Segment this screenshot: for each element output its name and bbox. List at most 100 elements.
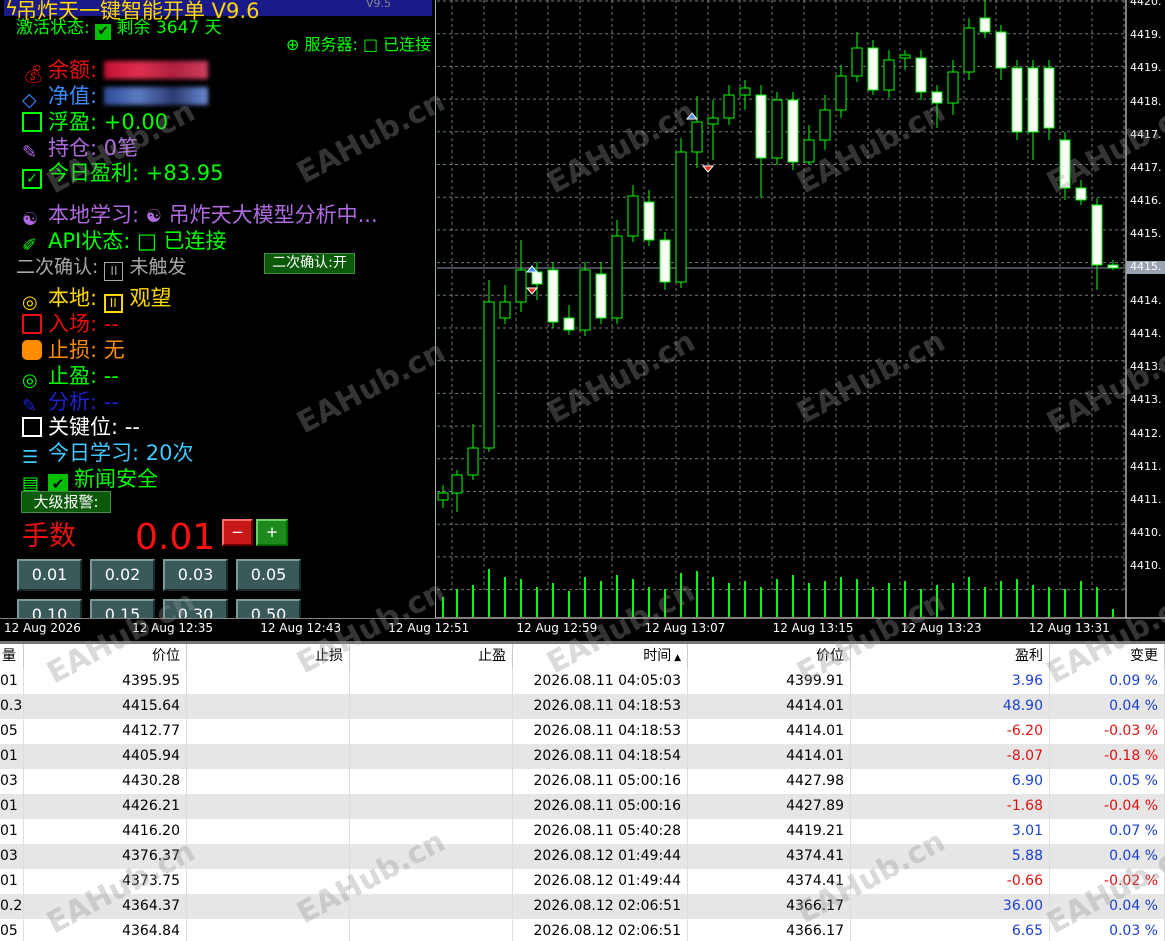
- table-cell: [187, 669, 350, 694]
- second-confirm-toggle-button[interactable]: 二次确认:开: [264, 253, 355, 274]
- candle-body: [867, 47, 879, 91]
- table-row[interactable]: 01 4395.95 2026.08.11 04:05:03 4399.91 3.96 0…: [0, 669, 1165, 694]
- lot-preset-button[interactable]: 0.50: [236, 599, 301, 618]
- bar-chart-icon: [22, 112, 42, 132]
- table-cell: 0.05 %: [1050, 769, 1165, 794]
- price-tick-label: 4414.: [1130, 293, 1162, 307]
- table-row[interactable]: 03 4430.28 2026.08.11 05:00:16 4427.98 6.90 0…: [0, 769, 1165, 794]
- candle-body: [1107, 264, 1119, 269]
- pause-icon: II: [103, 294, 123, 313]
- column-header[interactable]: 止盈: [350, 644, 513, 672]
- candle-body: [947, 71, 959, 104]
- candle-body: [771, 99, 783, 159]
- time-tick-label: 12 Aug 13:15: [772, 621, 854, 635]
- candle-body: [659, 239, 671, 283]
- column-header[interactable]: 变更: [1050, 644, 1165, 672]
- table-row[interactable]: 0.3 4415.64 2026.08.11 04:18:53 4414.01 48.9…: [0, 694, 1165, 719]
- lot-preset-button[interactable]: 0.03: [163, 559, 228, 591]
- server-status: ⊕ 服务器: □ 已连接: [286, 35, 432, 54]
- table-cell: [350, 669, 513, 694]
- table-row[interactable]: 01 4426.21 2026.08.11 05:00:16 4427.89 -1.68…: [0, 794, 1165, 819]
- checkbox-checked-icon: ✔: [95, 24, 112, 40]
- table-cell: [350, 819, 513, 844]
- candle-body: [643, 201, 655, 241]
- second-confirm-row: 二次确认: II 未触发: [16, 255, 187, 281]
- pin-icon: ✎: [22, 142, 38, 163]
- lots-decrease-button[interactable]: −: [222, 519, 253, 546]
- table-cell: 0.04 %: [1050, 894, 1165, 919]
- table-cell: 01: [0, 669, 24, 694]
- table-cell: 2026.08.11 04:18:53: [513, 719, 688, 744]
- entry-row: 入场: --: [22, 312, 119, 336]
- lot-preset-button[interactable]: 0.10: [17, 599, 82, 618]
- table-cell: 4426.21: [24, 794, 187, 819]
- local-learning-value: 吊炸天大模型分析中...: [168, 203, 378, 227]
- activation-status: 激活状态: ✔ 剩余 3647 天: [16, 16, 222, 40]
- column-header[interactable]: 止损: [187, 644, 350, 672]
- candle-body: [915, 57, 927, 93]
- time-tick-label: 12 Aug 12:51: [388, 621, 470, 635]
- table-cell: 4414.01: [688, 719, 851, 744]
- column-header[interactable]: 价位: [688, 644, 851, 672]
- table-cell: -0.18 %: [1050, 744, 1165, 769]
- version-tag: V9.5: [366, 0, 392, 10]
- time-tick-label: 12 Aug 12:59: [516, 621, 598, 635]
- time-tick-label: 12 Aug 13:23: [900, 621, 982, 635]
- table-row[interactable]: 01 4405.94 2026.08.11 04:18:54 4414.01 -8.07…: [0, 744, 1165, 769]
- price-tick-label: 4412.: [1130, 426, 1162, 440]
- diamond-icon: ◇: [22, 89, 37, 111]
- price-tick-label: 4410.: [1130, 526, 1162, 540]
- check-square-icon: ✓: [22, 169, 42, 189]
- table-cell: [350, 694, 513, 719]
- column-header[interactable]: 量: [0, 644, 24, 672]
- table-cell: -0.02 %: [1050, 869, 1165, 894]
- candle-body: [931, 91, 943, 104]
- news-safe-row: ▤ ✔ 新闻安全: [22, 467, 158, 494]
- table-cell: 03: [0, 769, 24, 794]
- lot-preset-button[interactable]: 0.30: [163, 599, 228, 618]
- candle-body: [627, 195, 639, 237]
- lot-preset-button[interactable]: 0.01: [17, 559, 82, 591]
- lot-preset-button[interactable]: 0.02: [90, 559, 155, 591]
- table-row[interactable]: 05 4412.77 2026.08.11 04:18:53 4414.01 -6.20…: [0, 719, 1165, 744]
- table-cell: 0.04 %: [1050, 694, 1165, 719]
- candle-body: [819, 109, 831, 141]
- equity-row: ◇ 净值:: [22, 84, 208, 111]
- table-cell: 4412.77: [24, 719, 187, 744]
- database-icon: ☰: [22, 447, 39, 468]
- table-row[interactable]: 0.2 4364.37 2026.08.12 02:06:51 4366.17 36.0…: [0, 894, 1165, 919]
- news-icon: ▤: [22, 473, 40, 494]
- table-cell: 4374.41: [688, 844, 851, 869]
- table-cell: 48.90: [851, 694, 1050, 719]
- lots-label: 手数: [22, 521, 76, 552]
- table-cell: 01: [0, 744, 24, 769]
- today-profit-value: +83.95: [145, 161, 224, 185]
- column-header[interactable]: 时间 ▲: [513, 644, 688, 672]
- table-cell: 2026.08.12 01:49:44: [513, 844, 688, 869]
- candle-body: [515, 269, 527, 303]
- candle-body: [963, 27, 975, 73]
- column-header[interactable]: 价位: [24, 644, 187, 672]
- lot-preset-button[interactable]: 0.05: [236, 559, 301, 591]
- octagon-icon: [22, 340, 42, 360]
- table-row[interactable]: 03 4376.37 2026.08.12 01:49:44 4374.41 5.88 0…: [0, 844, 1165, 869]
- table-cell: 3.01: [851, 819, 1050, 844]
- table-cell: -1.68: [851, 794, 1050, 819]
- table-row[interactable]: 01 4416.20 2026.08.11 05:40:28 4419.21 3.01 0…: [0, 819, 1165, 844]
- table-row[interactable]: 05 4364.84 2026.08.12 02:06:51 4366.17 6.65 0…: [0, 919, 1165, 941]
- time-tick-label: 12 Aug 13:31: [1028, 621, 1110, 635]
- big-alert-button[interactable]: 大级报警:: [21, 491, 111, 513]
- table-cell: 0.03 %: [1050, 919, 1165, 941]
- table-cell: [187, 919, 350, 941]
- price-tick-label: 4415.: [1130, 227, 1162, 241]
- candle-body: [1091, 204, 1103, 266]
- table-cell: 4395.95: [24, 669, 187, 694]
- table-cell: [350, 719, 513, 744]
- money-bag-icon: 💰︎: [22, 64, 45, 85]
- lot-preset-button[interactable]: 0.15: [90, 599, 155, 618]
- lots-increase-button[interactable]: +: [256, 519, 288, 546]
- table-row[interactable]: 01 4373.75 2026.08.12 01:49:44 4374.41 -0.66…: [0, 869, 1165, 894]
- table-cell: [350, 769, 513, 794]
- table-cell: [187, 794, 350, 819]
- column-header[interactable]: 盈利: [851, 644, 1050, 672]
